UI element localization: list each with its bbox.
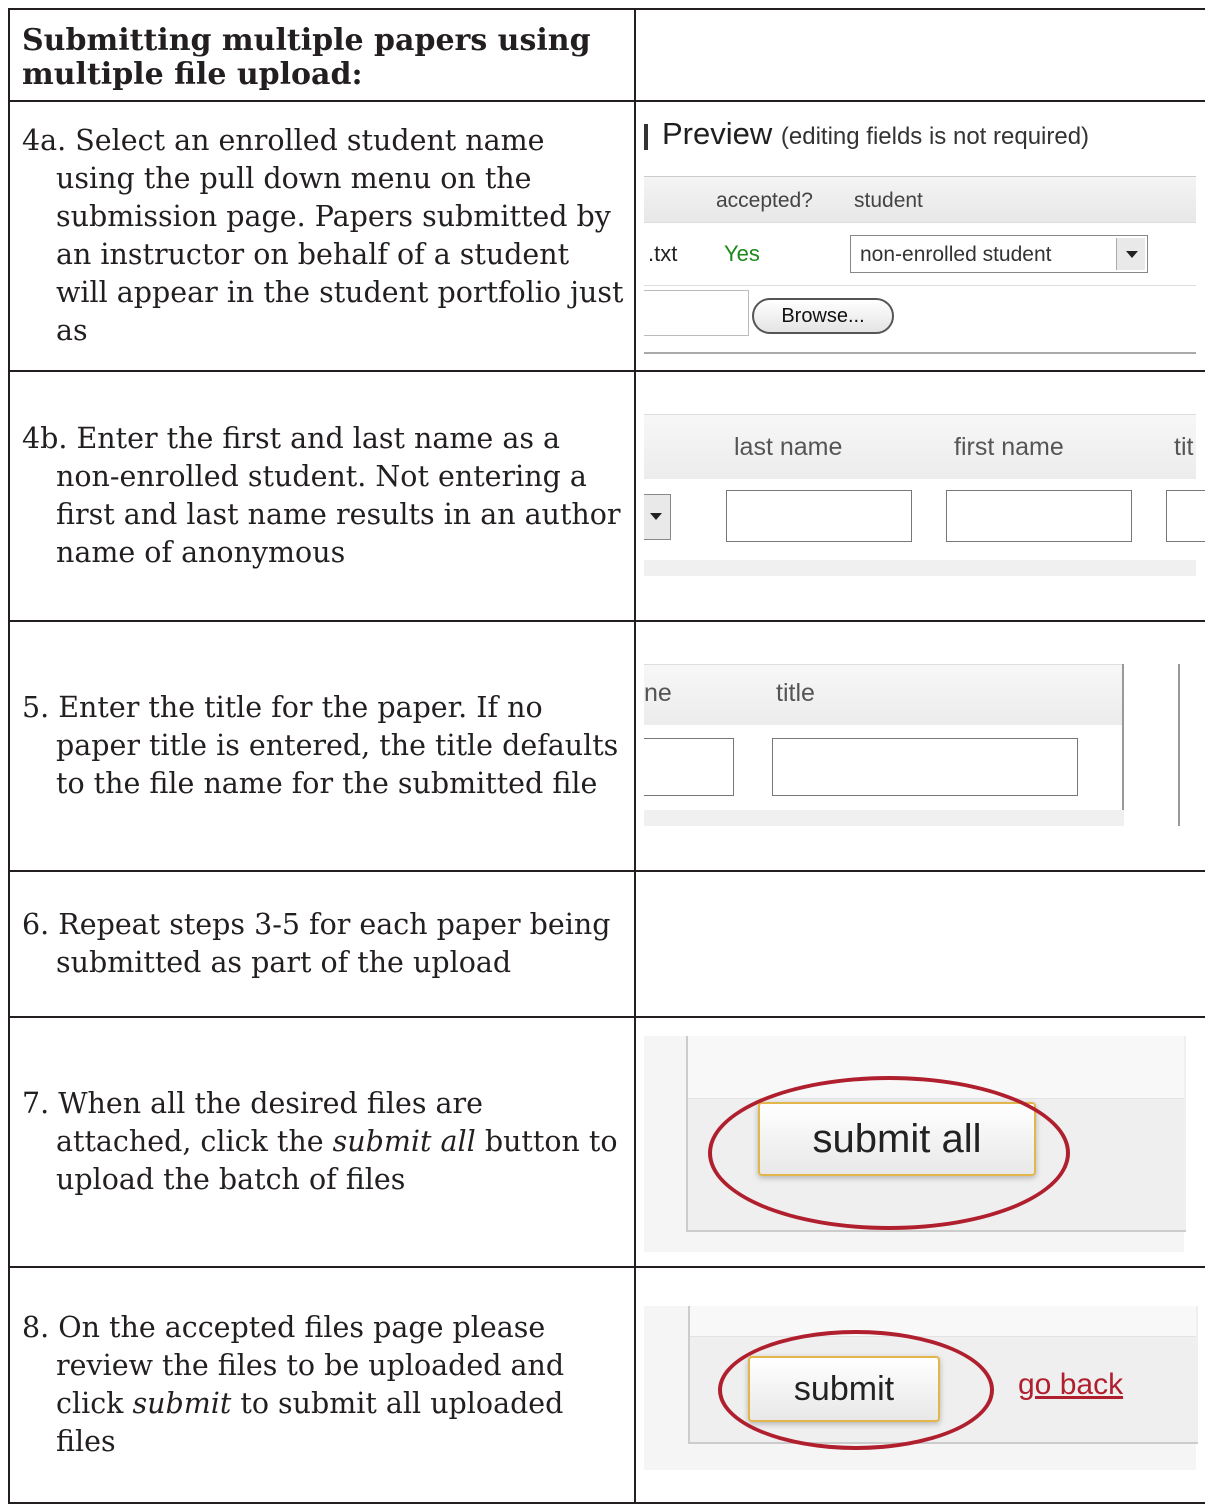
name-header-partial: ne xyxy=(644,679,672,707)
header-cell: Submitting multiple papers using multipl… xyxy=(8,8,636,102)
student-select-value: non-enrolled student xyxy=(860,243,1052,266)
step-4a-text: 4a. Select an enrolled student name usin… xyxy=(22,124,624,347)
go-back-link[interactable]: go back xyxy=(1018,1368,1123,1402)
name-fields-screenshot: last name first name tit xyxy=(644,414,1205,576)
title-field[interactable] xyxy=(772,738,1078,796)
first-name-field[interactable] xyxy=(946,490,1132,542)
step-8-cell: 8. On the accepted files page please rev… xyxy=(8,1266,636,1504)
name-header-row: last name first name tit xyxy=(644,414,1196,479)
preview-file-row: .txt Yes non-enrolled student xyxy=(644,222,1196,286)
step-7-screenshot-cell: submit all xyxy=(634,1016,1205,1268)
submit-emphasis: submit xyxy=(132,1387,232,1420)
accepted-column-header: accepted? xyxy=(716,189,813,212)
submit-all-screenshot: submit all xyxy=(644,1036,1186,1252)
dropdown-arrow-icon[interactable] xyxy=(1116,238,1145,270)
step-4b-text: 4b. Enter the first and last name as a n… xyxy=(22,422,621,569)
file-path-input[interactable] xyxy=(644,290,749,336)
title-line-2: multiple file upload: xyxy=(22,57,363,92)
preview-heading: Preview (editing fields is not required) xyxy=(662,116,1090,151)
step-8-screenshot-cell: submit go back xyxy=(634,1266,1205,1504)
title-header-partial: tit xyxy=(1174,433,1194,461)
title-field-screenshot: ne title xyxy=(644,664,1196,826)
preview-header-row: accepted? student xyxy=(644,176,1196,223)
step-6-cell: 6. Repeat steps 3-5 for each paper being… xyxy=(8,870,636,1018)
highlight-ring xyxy=(708,1076,1070,1230)
submit-screenshot: submit go back xyxy=(644,1306,1198,1470)
step-8-text: 8. On the accepted files page please rev… xyxy=(22,1311,565,1458)
name-field-partial[interactable] xyxy=(644,738,734,796)
step-4b-cell: 4b. Enter the first and last name as a n… xyxy=(8,370,636,622)
step-5-cell: 5. Enter the title for the paper. If no … xyxy=(8,620,636,872)
title-line-1: Submitting multiple papers using xyxy=(22,23,591,58)
last-name-field[interactable] xyxy=(726,490,912,542)
student-select-edge[interactable] xyxy=(644,494,671,540)
highlight-ring xyxy=(718,1330,994,1450)
page-title: Submitting multiple papers using multipl… xyxy=(10,10,634,100)
first-name-header: first name xyxy=(954,433,1064,461)
instruction-table: Submitting multiple papers using multipl… xyxy=(8,8,1205,1504)
submission-preview-screenshot: Preview (editing fields is not required)… xyxy=(644,110,1196,364)
file-extension: .txt xyxy=(648,241,678,266)
submit-all-emphasis: submit all xyxy=(332,1125,476,1158)
step-4b-screenshot-cell: last name first name tit xyxy=(634,370,1205,622)
student-select[interactable]: non-enrolled student xyxy=(850,235,1148,273)
step-6-empty-cell xyxy=(634,870,1205,1018)
browse-button[interactable]: Browse... xyxy=(752,298,894,334)
file-row: Browse... xyxy=(644,284,1196,346)
step-6-text: 6. Repeat steps 3-5 for each paper being… xyxy=(22,908,611,979)
step-4a-cell: 4a. Select an enrolled student name usin… xyxy=(8,100,636,372)
step-4a-screenshot-cell: Preview (editing fields is not required)… xyxy=(634,100,1205,372)
step-5-text: 5. Enter the title for the paper. If no … xyxy=(22,691,619,800)
step-7-text: 7. When all the desired files are attach… xyxy=(22,1087,618,1196)
step-5-screenshot-cell: ne title xyxy=(634,620,1205,872)
step-7-cell: 7. When all the desired files are attach… xyxy=(8,1016,636,1268)
header-empty-cell xyxy=(634,8,1205,102)
student-column-header: student xyxy=(854,189,923,212)
title-header: title xyxy=(776,679,815,707)
last-name-header: last name xyxy=(734,433,843,461)
title-field-partial[interactable] xyxy=(1166,490,1205,542)
title-header-row: ne title xyxy=(644,664,1124,725)
accepted-status: Yes xyxy=(724,241,760,266)
